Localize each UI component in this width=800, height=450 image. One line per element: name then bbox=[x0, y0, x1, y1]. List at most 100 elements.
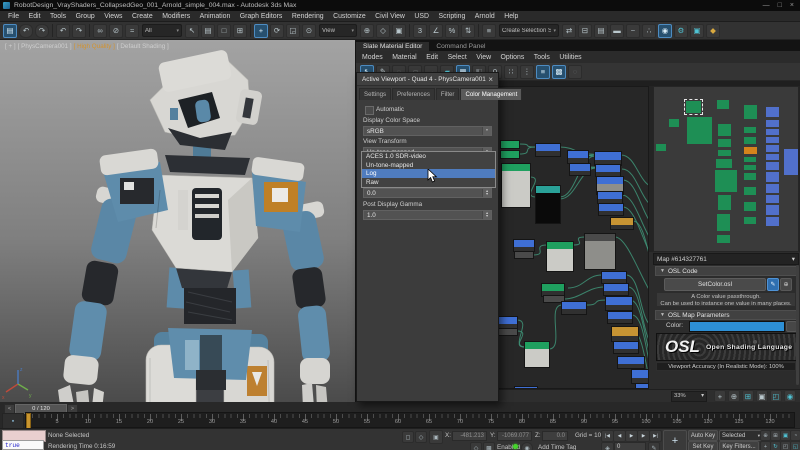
navigator-node-block[interactable] bbox=[717, 235, 730, 243]
adaptive-degradation-icon[interactable]: ▩ bbox=[483, 442, 495, 450]
mirror-icon[interactable]: ⇄ bbox=[562, 24, 576, 38]
select-and-link-icon[interactable]: ∞ bbox=[93, 24, 107, 38]
material-node[interactable] bbox=[497, 329, 517, 335]
viewport-expand-menu[interactable]: [ + ] bbox=[5, 43, 16, 50]
navigator-node-block[interactable] bbox=[744, 137, 756, 144]
material-editor-icon[interactable]: ◉ bbox=[658, 24, 672, 38]
select-and-manipulate-icon[interactable]: ◇ bbox=[376, 24, 390, 38]
track-bar-toggle-icon[interactable]: ▪ bbox=[2, 413, 24, 429]
named-selection-dropdown[interactable]: Create Selection Se▾ bbox=[499, 24, 559, 37]
navigator-node-block[interactable] bbox=[744, 173, 756, 180]
material-node[interactable] bbox=[618, 357, 644, 368]
use-pivot-center-icon[interactable]: ⊕ bbox=[360, 24, 374, 38]
material-node[interactable] bbox=[502, 164, 530, 207]
undo-icon[interactable]: ↶ bbox=[56, 24, 70, 38]
selection-set-dropdown[interactable]: Selected▾ bbox=[719, 430, 763, 441]
menu-customize[interactable]: Customize bbox=[333, 13, 366, 20]
navigator-node-block[interactable] bbox=[718, 124, 731, 136]
render-production-icon[interactable]: ◆ bbox=[706, 24, 720, 38]
auto-key-button[interactable]: Auto Key bbox=[688, 430, 718, 441]
me-tab-slate-material-editor[interactable]: Slate Material Editor bbox=[356, 42, 429, 51]
viewport-camera-label[interactable]: [ PhysCamera001 ] bbox=[18, 43, 72, 50]
navigator-node-block[interactable] bbox=[744, 165, 756, 170]
key-mode-toggle-icon[interactable]: ◈ bbox=[601, 442, 614, 450]
material-node[interactable] bbox=[570, 164, 590, 175]
unlink-selection-icon[interactable]: ⊘ bbox=[109, 24, 123, 38]
menu-edit[interactable]: Edit bbox=[29, 13, 41, 20]
material-node[interactable] bbox=[514, 240, 534, 251]
navigator-node-block[interactable] bbox=[766, 137, 779, 143]
spinner-arrows-icon[interactable]: ▲▼ bbox=[482, 211, 491, 219]
material-node[interactable] bbox=[632, 370, 649, 383]
viewport-shading-label[interactable]: [ Default Shading ] bbox=[117, 43, 169, 50]
dialog-tab-preferences[interactable]: Preferences bbox=[392, 88, 435, 100]
material-node[interactable] bbox=[536, 186, 560, 223]
reference-coordinate-dropdown[interactable]: View▾ bbox=[319, 24, 357, 37]
select-and-place-icon[interactable]: ⊙ bbox=[302, 24, 316, 38]
set-key-button[interactable]: Set Key bbox=[688, 441, 718, 450]
select-and-rotate-icon[interactable]: ⟳ bbox=[270, 24, 284, 38]
offset-mode-icon[interactable]: ◇ bbox=[415, 431, 427, 443]
me-layout-all-icon[interactable]: ⋮ bbox=[520, 65, 534, 79]
osl-code-rollout[interactable]: ▼ OSL Code bbox=[655, 266, 797, 276]
dialog-title-bar[interactable]: Active Viewport - Quad 4 - PhysCamera001… bbox=[357, 73, 498, 86]
maximize-viewport-icon[interactable]: ◱ bbox=[790, 441, 800, 450]
curve-editor-icon[interactable]: ~ bbox=[626, 24, 640, 38]
exposure-value-field[interactable]: 0.0 ▲▼ bbox=[363, 188, 492, 198]
menu-modifiers[interactable]: Modifiers bbox=[162, 13, 190, 20]
navigator-node-block[interactable] bbox=[744, 147, 757, 154]
material-node[interactable] bbox=[501, 141, 519, 148]
me-zoom-region-icon[interactable]: ⊞ bbox=[742, 390, 754, 402]
navigator-node-block[interactable] bbox=[766, 205, 779, 215]
select-and-scale-icon[interactable]: ◲ bbox=[286, 24, 300, 38]
named-selection-sets-icon[interactable]: ≡ bbox=[482, 24, 496, 38]
scene-explorer-icon[interactable]: ▤ bbox=[3, 24, 17, 38]
navigator-node-block[interactable] bbox=[766, 184, 779, 193]
navigator-node-block[interactable] bbox=[766, 217, 779, 226]
maxscript-listener-output[interactable]: true bbox=[2, 440, 44, 450]
navigator-node-block[interactable] bbox=[669, 119, 679, 127]
me-tab-command-panel[interactable]: Command Panel bbox=[429, 42, 492, 51]
key-filters-button[interactable]: Key Filters... bbox=[719, 441, 759, 450]
material-node[interactable] bbox=[585, 234, 615, 269]
select-by-name-icon[interactable]: ▤ bbox=[201, 24, 215, 38]
keyboard-override-icon[interactable]: ▣ bbox=[392, 24, 406, 38]
menu-rendering[interactable]: Rendering bbox=[292, 13, 324, 20]
material-node[interactable] bbox=[599, 204, 623, 215]
bind-to-space-warp-icon[interactable]: ≈ bbox=[125, 24, 139, 38]
playhead[interactable] bbox=[26, 413, 31, 429]
close-button[interactable]: × bbox=[790, 2, 794, 9]
material-node[interactable] bbox=[515, 252, 533, 258]
me-utilities-icon[interactable]: ◌ bbox=[568, 65, 582, 79]
mute-icon[interactable]: ◉ bbox=[521, 442, 533, 450]
percent-snap-icon[interactable]: % bbox=[445, 24, 459, 38]
navigator-node-block[interactable] bbox=[718, 150, 731, 156]
material-node[interactable] bbox=[525, 342, 549, 367]
me-zoom-icon[interactable]: ⊕ bbox=[728, 390, 740, 402]
material-node[interactable] bbox=[608, 312, 632, 323]
material-node[interactable] bbox=[611, 218, 633, 229]
navigator-node-block[interactable] bbox=[744, 217, 756, 224]
me-menu-utilities[interactable]: Utilities bbox=[559, 54, 581, 61]
menu-animation[interactable]: Animation bbox=[200, 13, 231, 20]
menu-group[interactable]: Group bbox=[76, 13, 95, 20]
snap-toggle-icon[interactable]: 3 bbox=[413, 24, 427, 38]
viewport-quality-label[interactable]: [ High Quality ] bbox=[74, 43, 115, 50]
go-to-end-button[interactable]: ▶| bbox=[649, 430, 662, 442]
selection-filter-dropdown[interactable]: All▾ bbox=[142, 24, 182, 37]
menu-create[interactable]: Create bbox=[132, 13, 153, 20]
align-icon[interactable]: ⊟ bbox=[578, 24, 592, 38]
material-node[interactable] bbox=[501, 151, 519, 158]
menu-views[interactable]: Views bbox=[104, 13, 122, 20]
select-and-move-icon[interactable]: + bbox=[254, 24, 268, 38]
me-pan-to-selected-icon[interactable]: ◉ bbox=[784, 390, 796, 402]
fov-icon[interactable]: ◔ bbox=[790, 430, 800, 441]
navigator-node-block[interactable] bbox=[766, 162, 779, 170]
menu-arnold[interactable]: Arnold bbox=[475, 13, 495, 20]
me-move-children-icon[interactable]: ∷ bbox=[504, 65, 518, 79]
key-brush-icon[interactable]: ✎ bbox=[648, 442, 660, 450]
navigator-node-block[interactable] bbox=[744, 187, 756, 195]
material-node[interactable] bbox=[595, 152, 621, 165]
undo-scene-icon[interactable]: ↶ bbox=[19, 24, 33, 38]
ribbon-toggle-icon[interactable]: ▬ bbox=[610, 24, 624, 38]
